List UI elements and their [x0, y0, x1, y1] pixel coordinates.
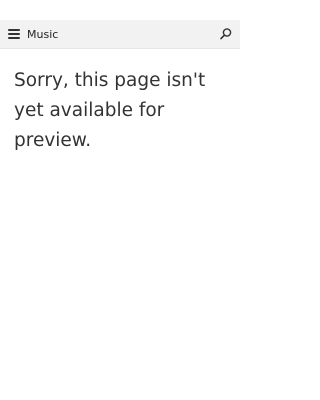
- search-button[interactable]: [212, 20, 240, 49]
- status-bar: [0, 0, 240, 20]
- app-bar: Music: [0, 20, 240, 49]
- menu-button[interactable]: [0, 20, 28, 49]
- app-title: Music: [27, 28, 59, 41]
- search-icon: [220, 28, 232, 40]
- hamburger-menu-icon: [8, 29, 20, 39]
- preview-unavailable-message: Sorry, this page isn't yet available for…: [14, 70, 206, 151]
